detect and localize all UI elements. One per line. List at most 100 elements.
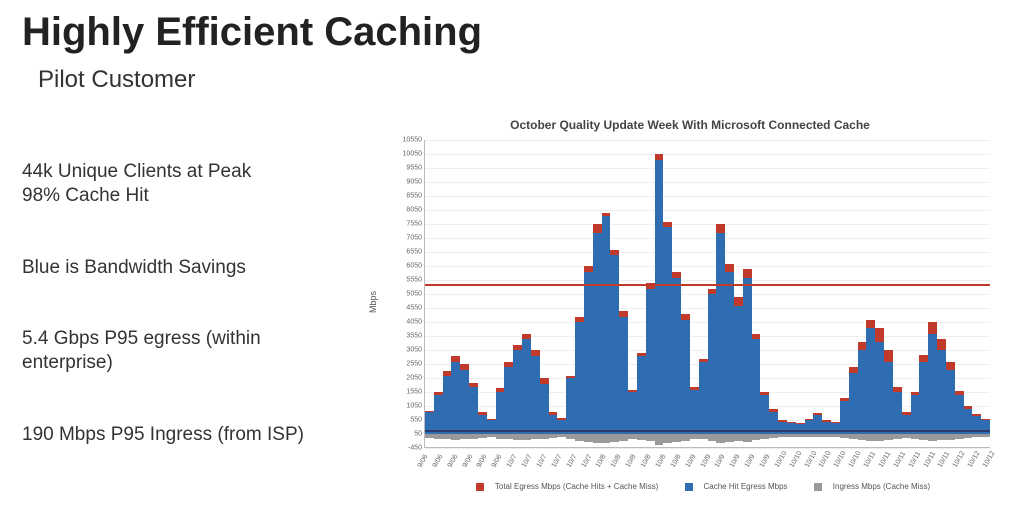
- x-tick-label: 10/10: [833, 450, 848, 469]
- x-tick-label: 10/7: [565, 454, 578, 469]
- chart-bar: [619, 140, 628, 447]
- chart-bar: [884, 140, 893, 447]
- chart-bar: [478, 140, 487, 447]
- chart-title: October Quality Update Week With Microso…: [380, 118, 1000, 132]
- x-tick-label: 10/9: [699, 454, 712, 469]
- x-tick-label: 10/7: [521, 454, 534, 469]
- chart-bar: [672, 140, 681, 447]
- x-tick-label: 10/9: [684, 454, 697, 469]
- y-tick-label: 550: [385, 417, 425, 424]
- x-tick-label: 10/10: [848, 450, 863, 469]
- x-tick-label: 10/8: [610, 454, 623, 469]
- page-title: Highly Efficient Caching: [22, 10, 482, 55]
- y-tick-label: 5050: [385, 291, 425, 298]
- bullet-list: 44k Unique Clients at Peak 98% Cache Hit…: [22, 160, 342, 495]
- bullet-item: 5.4 Gbps P95 egress (within enterprise): [22, 327, 342, 375]
- x-tick-label: 9/06: [432, 454, 445, 469]
- chart-bar: [434, 140, 443, 447]
- chart-bar: [531, 140, 540, 447]
- chart-bar: [928, 140, 937, 447]
- x-tick-label: 10/8: [669, 454, 682, 469]
- x-tick-label: 10/11: [922, 451, 937, 469]
- x-tick-label: 9/06: [417, 454, 430, 469]
- chart-bar: [866, 140, 875, 447]
- x-tick-label: 10/10: [774, 450, 789, 469]
- y-tick-label: 5550: [385, 277, 425, 284]
- chart-bar: [540, 140, 549, 447]
- y-tick-label: 8050: [385, 207, 425, 214]
- x-tick-label: 10/10: [818, 450, 833, 469]
- chart-bar: [955, 140, 964, 447]
- chart-bar: [725, 140, 734, 447]
- chart-bar: [716, 140, 725, 447]
- y-tick-label: -450: [385, 445, 425, 452]
- chart-bar: [840, 140, 849, 447]
- chart-bar: [981, 140, 990, 447]
- chart: October Quality Update Week With Microso…: [380, 118, 1000, 508]
- chart-bar: [849, 140, 858, 447]
- x-tick-label: 10/8: [655, 454, 668, 469]
- chart-bar: [822, 140, 831, 447]
- bullet-item: Blue is Bandwidth Savings: [22, 256, 342, 280]
- x-tick-label: 9/06: [476, 454, 489, 469]
- chart-bar: [504, 140, 513, 447]
- chart-bar: [787, 140, 796, 447]
- x-tick-label: 10/9: [729, 454, 742, 469]
- chart-bar: [681, 140, 690, 447]
- chart-bar: [690, 140, 699, 447]
- x-tick-label: 9/06: [446, 454, 459, 469]
- chart-bar: [972, 140, 981, 447]
- legend-item: Ingress Mbps (Cache Miss): [833, 482, 930, 491]
- x-tick-label: 10/12: [952, 450, 967, 469]
- chart-bar: [813, 140, 822, 447]
- chart-bar: [875, 140, 884, 447]
- chart-bar: [602, 140, 611, 447]
- chart-bar: [584, 140, 593, 447]
- legend-item: Cache Hit Egress Mbps: [704, 482, 788, 491]
- chart-bar: [858, 140, 867, 447]
- x-tick-label: 10/8: [595, 454, 608, 469]
- chart-bar: [964, 140, 973, 447]
- x-tick-label: 10/10: [803, 450, 818, 469]
- y-tick-label: 8550: [385, 193, 425, 200]
- y-tick-label: 4050: [385, 319, 425, 326]
- chart-bar: [469, 140, 478, 447]
- x-tick-label: 10/11: [863, 451, 878, 469]
- chart-bar: [451, 140, 460, 447]
- y-tick-label: 7050: [385, 235, 425, 242]
- chart-bar: [893, 140, 902, 447]
- y-tick-label: 6550: [385, 249, 425, 256]
- chart-bar: [919, 140, 928, 447]
- chart-bar: [778, 140, 787, 447]
- chart-bar: [769, 140, 778, 447]
- chart-bar: [663, 140, 672, 447]
- x-tick-label: 10/11: [878, 451, 893, 469]
- chart-bar: [425, 140, 434, 447]
- x-tick-label: 10/11: [907, 451, 922, 469]
- bullet-item: 98% Cache Hit: [22, 184, 342, 208]
- legend-item: Total Egress Mbps (Cache Hits + Cache Mi…: [495, 482, 658, 491]
- chart-bar: [522, 140, 531, 447]
- y-tick-label: 3550: [385, 333, 425, 340]
- chart-bar: [557, 140, 566, 447]
- y-tick-label: 9050: [385, 179, 425, 186]
- x-tick-label: 10/7: [580, 454, 593, 469]
- chart-plot-area: -450505501050155020502550305035504050455…: [424, 140, 990, 448]
- x-tick-label: 10/12: [982, 450, 997, 469]
- y-tick-label: 7550: [385, 221, 425, 228]
- chart-bar: [902, 140, 911, 447]
- chart-bar: [575, 140, 584, 447]
- chart-bar: [699, 140, 708, 447]
- chart-bar: [637, 140, 646, 447]
- chart-bar: [831, 140, 840, 447]
- p95-egress-line: [425, 284, 990, 286]
- page-subtitle: Pilot Customer: [38, 66, 195, 94]
- y-tick-label: 50: [385, 431, 425, 438]
- y-tick-label: 10050: [385, 151, 425, 158]
- x-tick-label: 10/11: [937, 451, 952, 469]
- y-tick-label: 6050: [385, 263, 425, 270]
- x-tick-label: 9/06: [461, 454, 474, 469]
- x-tick-label: 10/8: [640, 454, 653, 469]
- x-tick-label: 10/9: [714, 454, 727, 469]
- chart-bar: [946, 140, 955, 447]
